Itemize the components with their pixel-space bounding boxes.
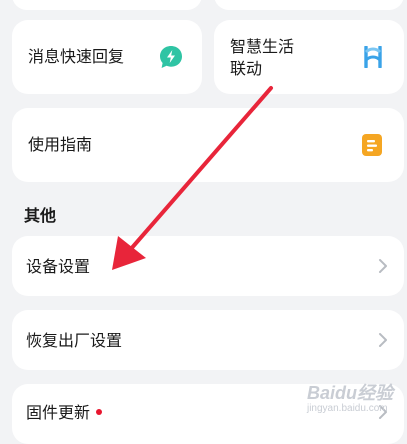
quick-reply-card[interactable]: 消息快速回复 [12,20,202,94]
top-card-right-clipped [214,0,404,10]
watermark-line1: Baidu经验 [306,383,393,403]
smart-life-label-line2: 联动 [230,59,263,78]
update-badge-dot [96,409,102,415]
baidu-watermark: Baidu经验 jingyan.baidu.com [307,379,393,414]
guide-card[interactable]: 使用指南 [12,108,404,182]
chevron-right-icon [378,258,388,278]
watermark-line2: jingyan.baidu.com [306,403,388,414]
quick-reply-label: 消息快速回复 [28,47,125,66]
device-settings-row[interactable]: 设备设置 [12,236,404,296]
guide-label: 使用指南 [28,135,93,154]
factory-reset-row[interactable]: 恢复出厂设置 [12,310,404,370]
smart-life-label-line1: 智慧生活 [230,37,295,56]
top-card-left-clipped [12,0,202,10]
section-title-others: 其他 [24,206,57,225]
device-settings-label: 设备设置 [26,257,91,276]
smart-link-icon [362,45,384,72]
chevron-right-icon [378,332,388,352]
firmware-update-label: 固件更新 [26,403,91,422]
smart-life-card[interactable]: 智慧生活 联动 [214,20,404,94]
factory-reset-label: 恢复出厂设置 [26,331,123,350]
guide-book-icon [362,134,382,160]
lightning-bubble-icon [158,44,184,74]
